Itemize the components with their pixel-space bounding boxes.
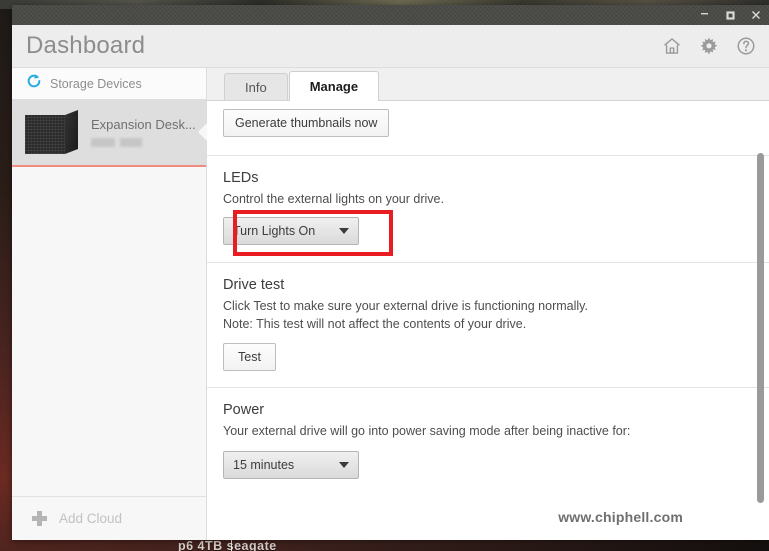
add-cloud-label: Add Cloud <box>59 511 123 526</box>
gear-icon[interactable] <box>699 36 719 56</box>
drive-test-title: Drive test <box>223 277 285 294</box>
leds-title: LEDs <box>223 170 259 186</box>
app-header: Dashboard <box>12 25 769 68</box>
chevron-down-icon <box>339 461 349 468</box>
power-timeout-value: 15 minutes <box>233 457 295 472</box>
watermark-url: www.chiphell.com <box>558 509 683 525</box>
device-name: Expansion Desk... <box>91 117 196 132</box>
add-cloud-button[interactable]: Add Cloud <box>12 496 206 540</box>
leds-control-wrap: Turn Lights On <box>223 210 393 257</box>
external-drive-icon <box>25 110 79 154</box>
desktop-bottom-text: p6 4TB seagate <box>178 539 277 551</box>
close-button[interactable] <box>743 5 769 25</box>
drive-test-button[interactable]: Test <box>223 343 276 372</box>
header-icon-group <box>662 36 756 56</box>
sidebar-device-item[interactable]: Expansion Desk... <box>12 99 207 167</box>
leds-dropdown-value: Turn Lights On <box>233 224 316 239</box>
settings-panel: Generate thumbnails now LEDs Control the… <box>207 101 769 499</box>
section-drive-test: Drive test Click Test to make sure your … <box>207 262 769 372</box>
desktop-background: p6 4TB seagate Dashboard Storage Devices… <box>0 0 769 551</box>
device-subtitle-redacted <box>91 138 206 147</box>
maximize-button[interactable] <box>717 5 743 25</box>
sidebar-item-storage-devices[interactable]: Storage Devices <box>12 68 206 99</box>
chevron-down-icon <box>339 228 349 235</box>
tab-manage[interactable]: Manage <box>288 71 380 101</box>
chiphell-logo-watermark <box>667 443 765 549</box>
page-title: Dashboard <box>26 32 146 59</box>
sidebar-storage-label: Storage Devices <box>50 76 142 91</box>
minimize-button[interactable] <box>691 5 717 25</box>
device-selected-notch <box>198 123 207 141</box>
power-timeout-dropdown[interactable]: 15 minutes <box>223 450 359 479</box>
tab-info[interactable]: Info <box>224 73 288 100</box>
power-title: Power <box>223 402 265 419</box>
section-thumbnails: Generate thumbnails now <box>207 101 769 155</box>
home-icon[interactable] <box>662 36 682 56</box>
sidebar: Storage Devices Expansion Desk... Add Cl… <box>12 68 207 540</box>
plus-icon <box>32 511 47 526</box>
device-text-group: Expansion Desk... <box>91 117 206 147</box>
leds-description: Control the external lights on your driv… <box>223 192 444 206</box>
power-description: Your external drive will go into power s… <box>223 424 631 439</box>
tab-bar: Info Manage <box>207 68 769 101</box>
window-body: Storage Devices Expansion Desk... Add Cl… <box>12 68 769 540</box>
storage-refresh-icon <box>26 73 42 94</box>
dashboard-window: Dashboard Storage Devices Expansion Desk… <box>12 5 769 540</box>
generate-thumbnails-button[interactable]: Generate thumbnails now <box>223 109 390 137</box>
drive-test-description-2: Note: This test will not affect the cont… <box>223 317 527 332</box>
window-titlebar[interactable] <box>12 5 769 25</box>
drive-test-description-1: Click Test to make sure your external dr… <box>223 299 588 314</box>
section-leds: LEDs Control the external lights on your… <box>207 155 769 262</box>
help-icon[interactable] <box>736 36 756 56</box>
leds-dropdown[interactable]: Turn Lights On <box>223 217 359 246</box>
